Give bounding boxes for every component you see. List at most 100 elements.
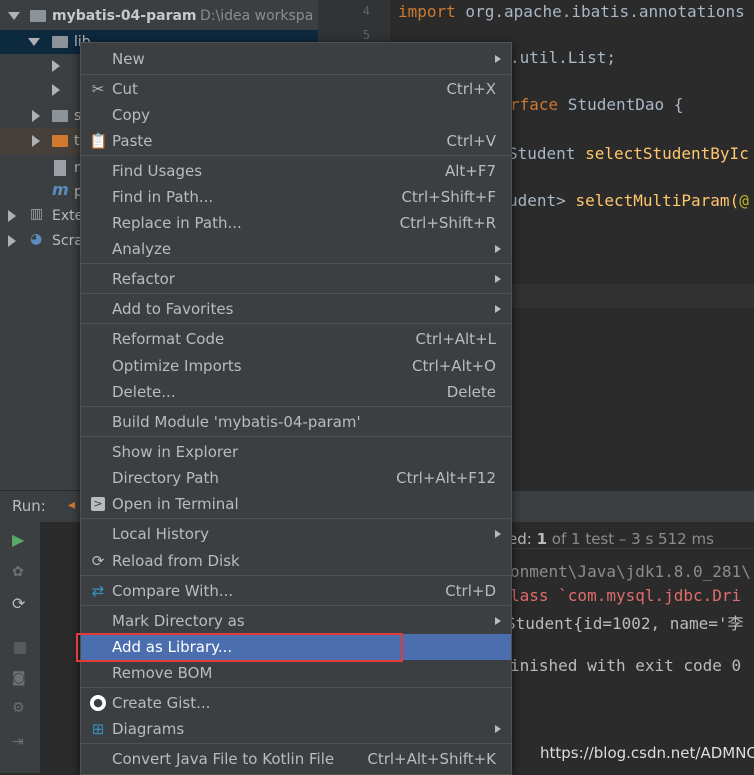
menu-item-new[interactable]: New xyxy=(81,46,511,72)
tree-row-pom[interactable]: m p xyxy=(0,180,83,204)
exit-icon[interactable]: ⇥ xyxy=(12,734,24,750)
menu-item-mark-directory-as[interactable]: Mark Directory as xyxy=(81,608,511,634)
submenu-arrow-icon xyxy=(495,530,501,538)
scratches-icon: ◕ xyxy=(30,231,43,247)
submenu-arrow-icon xyxy=(495,617,501,625)
menu-separator xyxy=(81,575,511,576)
code-line: udent> selectMultiParam(@ xyxy=(508,191,749,210)
menu-separator xyxy=(81,323,511,324)
project-root-name: mybatis-04-param xyxy=(52,8,197,24)
menu-separator xyxy=(81,155,511,156)
settings-icon[interactable]: ⚙ xyxy=(12,700,25,716)
menu-item-create-gist[interactable]: ● Create Gist... xyxy=(81,690,511,716)
reload-icon: ⟳ xyxy=(91,552,105,570)
github-icon: ● xyxy=(90,695,106,711)
menu-item-find-usages[interactable]: Find Usages Alt+F7 xyxy=(81,158,511,184)
collapse-arrow-icon[interactable] xyxy=(32,135,40,147)
module-folder-icon xyxy=(30,10,46,22)
submenu-arrow-icon xyxy=(495,245,501,253)
expand-arrow-icon[interactable] xyxy=(28,38,40,46)
tree-row-t[interactable]: t xyxy=(0,128,80,154)
code-line: rface StudentDao { xyxy=(510,95,684,114)
menu-item-remove-bom[interactable]: Remove BOM xyxy=(81,660,511,686)
menu-separator xyxy=(81,436,511,437)
output-line: onment\Java\jdk1.8.0_281\ xyxy=(510,562,751,581)
menu-separator xyxy=(81,406,511,407)
rerun-failed-icon[interactable]: ⟳ xyxy=(12,594,25,613)
folder-icon xyxy=(52,36,68,48)
menu-item-replace-in-path[interactable]: Replace in Path... Ctrl+Shift+R xyxy=(81,210,511,236)
menu-item-delete[interactable]: Delete... Delete xyxy=(81,379,511,405)
menu-item-refactor[interactable]: Refactor xyxy=(81,266,511,292)
divider xyxy=(470,548,754,549)
line-number: 5 xyxy=(362,28,370,42)
project-root-path: D:\idea workspa xyxy=(200,8,314,24)
menu-item-optimize-imports[interactable]: Optimize Imports Ctrl+Alt+O xyxy=(81,353,511,379)
run-label: Run: xyxy=(12,497,46,515)
collapse-arrow-icon[interactable] xyxy=(52,60,60,72)
submenu-arrow-icon xyxy=(495,725,501,733)
run-tab-icon[interactable]: ◂ xyxy=(68,497,75,513)
menu-separator xyxy=(81,687,511,688)
menu-item-reload-from-disk[interactable]: ⟳ Reload from Disk xyxy=(81,548,511,574)
diagram-icon: ⊞ xyxy=(91,720,105,738)
tree-row-root[interactable]: mybatis-04-param D:\idea workspa xyxy=(0,4,318,28)
collapse-arrow-icon[interactable] xyxy=(8,210,16,222)
menu-item-diagrams[interactable]: ⊞ Diagrams xyxy=(81,716,511,742)
menu-item-cut[interactable]: ✂ Cut Ctrl+X xyxy=(81,76,511,102)
tree-label-external: Exte xyxy=(52,208,84,224)
scissors-icon: ✂ xyxy=(91,80,105,98)
menu-item-directory-path[interactable]: Directory Path Ctrl+Alt+F12 xyxy=(81,465,511,491)
expand-arrow-icon[interactable] xyxy=(8,12,20,20)
code-line: Student selectStudentByIc xyxy=(508,144,749,163)
highlight-annotation xyxy=(76,633,403,662)
rerun-icon[interactable]: ▶ xyxy=(12,530,24,549)
stop-icon[interactable] xyxy=(14,642,26,654)
menu-item-open-in-terminal[interactable]: > Open in Terminal xyxy=(81,491,511,517)
menu-item-copy[interactable]: Copy xyxy=(81,102,511,128)
maven-icon: m xyxy=(52,180,69,199)
menu-separator xyxy=(81,74,511,75)
camera-icon[interactable]: ◙ xyxy=(12,670,26,686)
output-line: inished with exit code 0 xyxy=(510,656,742,675)
folder-icon xyxy=(52,110,68,122)
menu-item-build-module[interactable]: Build Module 'mybatis-04-param' xyxy=(81,409,511,435)
tree-label-t: t xyxy=(74,133,80,149)
collapse-arrow-icon[interactable] xyxy=(32,110,40,122)
menu-separator xyxy=(81,605,511,606)
menu-separator xyxy=(81,743,511,744)
clipboard-icon: 📋 xyxy=(89,132,108,150)
file-icon xyxy=(54,160,66,176)
tree-row-file-r[interactable]: m xyxy=(0,156,88,180)
collapse-arrow-icon[interactable] xyxy=(8,235,16,247)
test-status: ed: 1 of 1 test – 3 s 512 ms xyxy=(508,530,714,548)
watermark: https://blog.csdn.net/ADMNC xyxy=(540,744,754,762)
menu-item-local-history[interactable]: Local History xyxy=(81,521,511,547)
menu-item-show-in-explorer[interactable]: Show in Explorer xyxy=(81,439,511,465)
context-menu: New ✂ Cut Ctrl+X Copy 📋 Paste Ctrl+V Find Us… xyxy=(80,42,512,775)
menu-item-convert-to-kotlin[interactable]: Convert Java File to Kotlin File Ctrl+Alt… xyxy=(81,746,511,772)
menu-item-find-in-path[interactable]: Find in Path... Ctrl+Shift+F xyxy=(81,184,511,210)
menu-separator xyxy=(81,263,511,264)
tree-row-s[interactable]: s xyxy=(0,104,81,128)
menu-item-add-to-favorites[interactable]: Add to Favorites xyxy=(81,296,511,322)
library-icon: ▥ xyxy=(30,206,44,222)
line-number: 4 xyxy=(362,4,370,18)
submenu-arrow-icon xyxy=(495,275,501,283)
debug-icon[interactable]: ✿ xyxy=(12,564,24,580)
tree-label-scratches: Scra xyxy=(52,233,83,249)
menu-item-reformat-code[interactable]: Reformat Code Ctrl+Alt+L xyxy=(81,326,511,352)
tree-row-external-libs[interactable]: ▥ Exte xyxy=(0,204,84,228)
menu-separator xyxy=(81,293,511,294)
menu-item-compare-with[interactable]: ⇄ Compare With... Ctrl+D xyxy=(81,578,511,604)
terminal-icon: > xyxy=(91,497,105,511)
collapse-arrow-icon[interactable] xyxy=(52,84,60,96)
run-tool-column: ▶ ✔ ✔ ✿ ⟳ ◙ ⚙ ⇥ xyxy=(0,522,80,773)
menu-item-analyze[interactable]: Analyze xyxy=(81,236,511,262)
submenu-arrow-icon xyxy=(495,305,501,313)
code-line: .util.List; xyxy=(510,48,616,67)
tree-row-scratches[interactable]: ◕ Scra xyxy=(0,229,83,253)
menu-item-paste[interactable]: 📋 Paste Ctrl+V xyxy=(81,128,511,154)
output-line: lass `com.mysql.jdbc.Dri xyxy=(510,586,742,605)
code-line: import org.apache.ibatis.annotations xyxy=(398,2,745,21)
